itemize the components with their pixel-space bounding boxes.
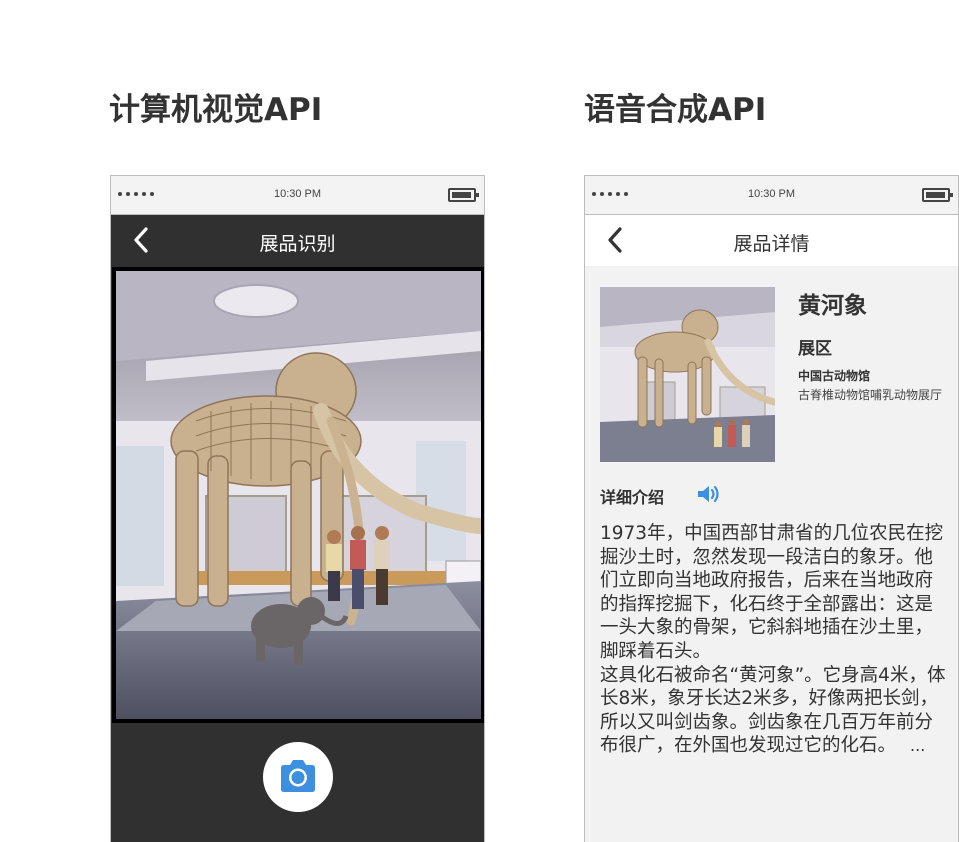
- status-time: 10:30 PM: [747, 188, 796, 200]
- exhibit-name: 黄河象: [798, 293, 867, 319]
- detail-heading: 详细介绍: [600, 488, 665, 507]
- description-text: 这具化石被命名“黄河象”。它身高4米，体长8米，象牙长达2米多，好像两把长剑，所…: [600, 664, 946, 757]
- shutter-button[interactable]: [263, 742, 333, 812]
- status-time: 10:30 PM: [273, 188, 322, 200]
- nav-title: 展品详情: [733, 233, 810, 255]
- description-paragraph: 1973年，中国西部甘肃省的几位农民在挖掘沙土时，忽然发现一段洁白的象牙。他们立…: [600, 523, 944, 662]
- read-more-ellipsis[interactable]: ...: [910, 736, 925, 755]
- exhibit-thumbnail-photo: [600, 287, 775, 462]
- description-paragraph: 这具化石被命名“黄河象”。它身高4米，体长8米，象牙长达2米多，好像两把长剑，所…: [600, 664, 948, 758]
- nav-bar: 展品详情: [585, 215, 958, 266]
- speaker-icon[interactable]: [696, 483, 722, 505]
- nav-title: 展品识别: [259, 233, 336, 255]
- museum-name: 中国古动物馆: [798, 369, 871, 383]
- battery-icon: [448, 188, 479, 202]
- phone-mockup-recognition: 10:30 PM 展品识别: [110, 175, 485, 842]
- section-title-speech-synthesis: 语音合成API: [584, 92, 767, 128]
- exhibit-area-label: 展区: [798, 339, 832, 359]
- camera-viewfinder[interactable]: [112, 267, 484, 723]
- camera-controls: [111, 723, 484, 842]
- nav-bar: 展品识别: [111, 215, 484, 266]
- hall-name: 古脊椎动物馆哺乳动物展厅: [798, 388, 943, 402]
- exhibit-description: 1973年，中国西部甘肃省的几位农民在挖掘沙土时，忽然发现一段洁白的象牙。他们立…: [600, 522, 948, 758]
- camera-icon: [281, 760, 315, 792]
- exhibit-thumbnail: [600, 287, 775, 462]
- phone-mockup-detail: 10:30 PM 展品详情 黄河象 展区 中国古动物馆 古脊椎动物馆哺乳动物展厅…: [584, 175, 959, 842]
- exhibit-photo: [116, 271, 481, 719]
- status-bar: 10:30 PM: [111, 176, 484, 215]
- battery-icon: [922, 188, 953, 202]
- status-bar: 10:30 PM: [585, 176, 958, 215]
- section-title-computer-vision: 计算机视觉API: [109, 92, 323, 128]
